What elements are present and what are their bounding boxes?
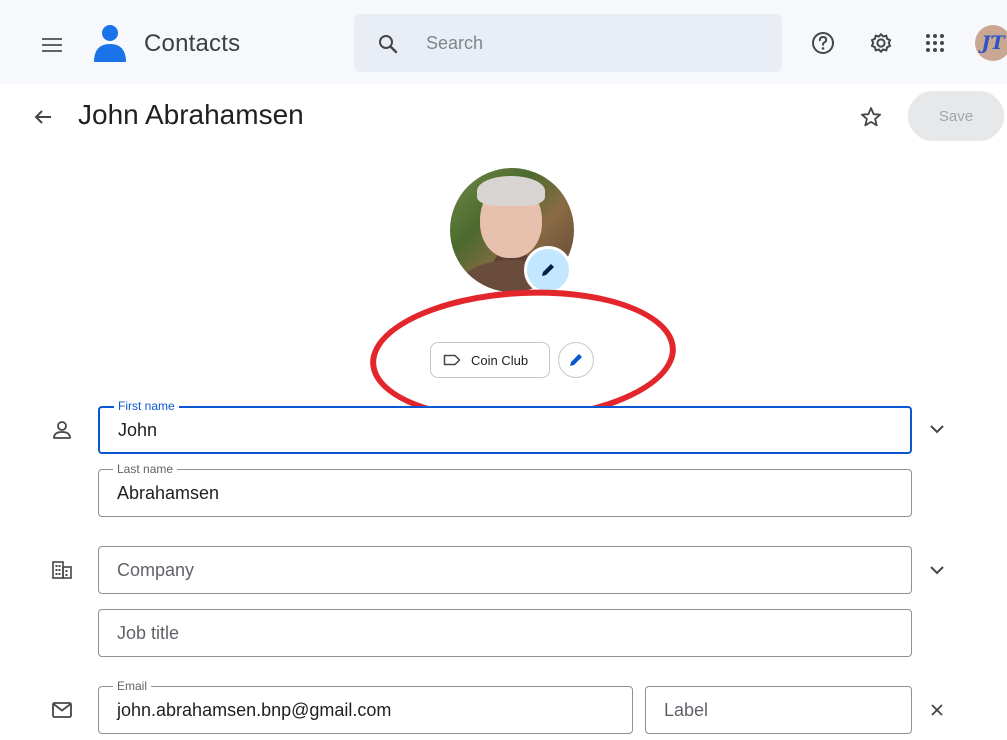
close-icon — [931, 704, 943, 716]
back-button[interactable] — [28, 102, 58, 132]
label-chip-text: Coin Club — [471, 352, 529, 368]
email-label-field[interactable]: Label — [645, 686, 912, 734]
company-placeholder[interactable]: Company — [117, 560, 194, 581]
pencil-icon — [570, 354, 582, 366]
edit-photo-button[interactable] — [524, 246, 572, 294]
last-name-field[interactable]: Last name Abrahamsen — [98, 462, 912, 517]
person-icon — [48, 416, 76, 444]
help-icon — [812, 32, 834, 54]
first-name-value[interactable]: John — [118, 420, 157, 441]
app-title[interactable]: Contacts — [144, 30, 240, 58]
apps-button[interactable] — [920, 28, 950, 58]
expand-company-button[interactable] — [922, 555, 952, 585]
star-icon — [860, 107, 882, 127]
apps-grid-icon — [926, 34, 944, 52]
building-icon — [48, 556, 76, 584]
email-label-placeholder[interactable]: Label — [664, 700, 708, 721]
email-label: Email — [113, 679, 152, 693]
first-name-field[interactable]: First name John — [98, 399, 912, 454]
contact-name-title: John Abrahamsen — [78, 99, 304, 130]
main-menu-button[interactable] — [32, 30, 72, 60]
remove-email-button[interactable] — [922, 695, 952, 725]
email-value[interactable]: john.abrahamsen.bnp@gmail.com — [117, 700, 391, 721]
photo-hair — [477, 176, 545, 206]
last-name-label: Last name — [113, 462, 178, 476]
job-title-field[interactable]: Job title — [98, 609, 912, 657]
back-arrow-icon — [34, 110, 51, 124]
search-bar[interactable]: Search — [354, 14, 782, 72]
search-icon[interactable] — [376, 32, 400, 56]
contacts-logo-icon[interactable] — [90, 22, 130, 66]
job-title-placeholder[interactable]: Job title — [117, 623, 179, 644]
expand-name-button[interactable] — [922, 414, 952, 444]
account-avatar[interactable]: JT — [975, 25, 1007, 61]
mail-icon — [48, 696, 76, 724]
last-name-value[interactable]: Abrahamsen — [117, 483, 219, 504]
settings-icon — [870, 32, 892, 54]
menu-icon — [42, 38, 62, 52]
star-button[interactable] — [856, 102, 886, 132]
chevron-down-icon — [930, 425, 944, 434]
settings-button[interactable] — [866, 28, 896, 58]
label-chip[interactable]: Coin Club — [430, 342, 550, 378]
search-input[interactable]: Search — [426, 33, 483, 54]
first-name-label: First name — [114, 399, 179, 413]
save-button[interactable]: Save — [908, 91, 1004, 141]
chevron-down-icon — [930, 566, 944, 575]
email-field[interactable]: Email john.abrahamsen.bnp@gmail.com — [98, 679, 633, 734]
edit-labels-button[interactable] — [558, 342, 594, 378]
company-field[interactable]: Company — [98, 546, 912, 594]
label-tag-icon — [443, 354, 461, 366]
pencil-icon — [542, 264, 554, 276]
top-app-bar: Contacts Search JT — [0, 0, 1007, 84]
help-button[interactable] — [808, 28, 838, 58]
